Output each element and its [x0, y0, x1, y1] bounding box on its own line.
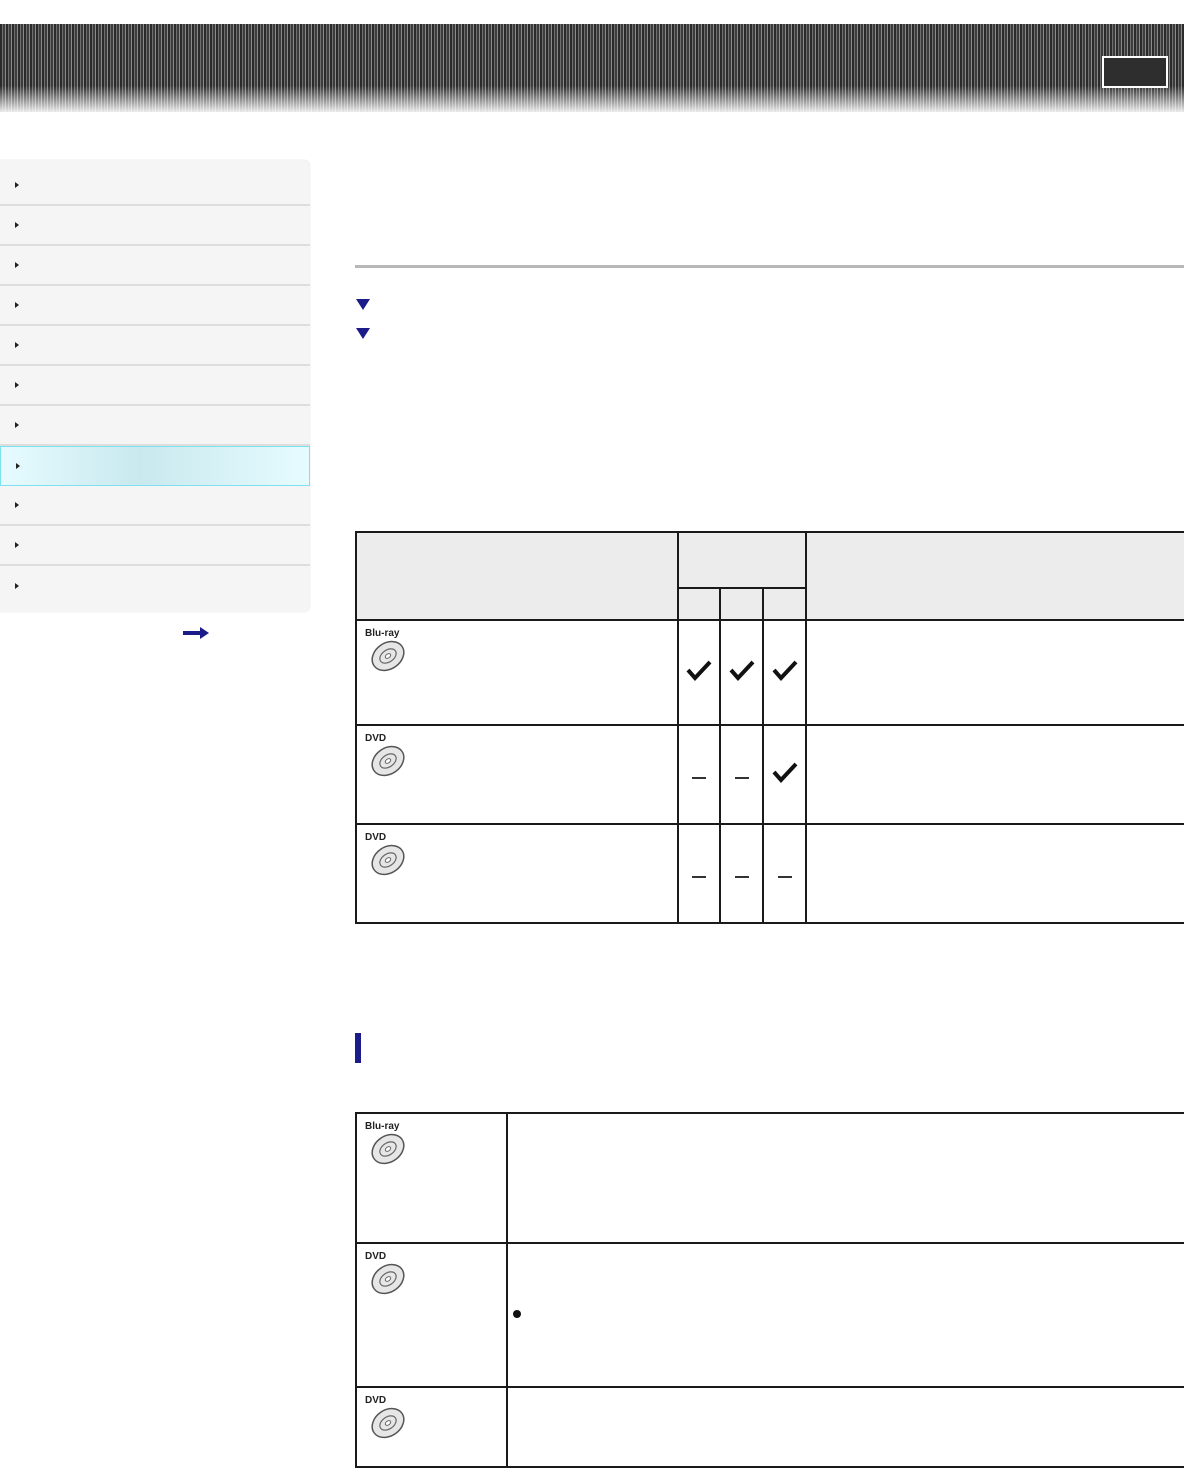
sidebar-item-3[interactable] — [0, 246, 310, 286]
caret-right-icon — [15, 382, 19, 388]
dash-icon — [677, 823, 721, 924]
blu-ray-disc-icon: Blu-ray — [365, 628, 405, 672]
sidebar-item-6[interactable] — [0, 366, 310, 406]
blu-ray-disc-icon: Blu-ray — [365, 1121, 405, 1165]
table-row: DVD — [355, 724, 1184, 825]
header-banner — [0, 24, 1184, 112]
description-cell — [506, 1386, 1184, 1468]
disc-cell: DVD — [355, 724, 679, 825]
sidebar-item-9[interactable] — [0, 486, 310, 526]
check-icon — [677, 619, 721, 726]
dvd-disc-icon: DVD — [365, 733, 405, 777]
table-row: DVD — [355, 823, 1184, 924]
sidebar-item-1[interactable] — [0, 166, 310, 206]
check-icon — [761, 724, 808, 825]
table-header-group — [676, 531, 808, 589]
right-arrow-icon[interactable] — [183, 627, 209, 639]
dash-icon — [719, 823, 764, 924]
table-row: DVD — [355, 1242, 1184, 1388]
caret-right-icon — [15, 262, 19, 268]
header-box[interactable] — [1102, 56, 1168, 88]
dash-icon — [677, 724, 721, 825]
caret-right-icon — [15, 422, 19, 428]
table-subheader-2 — [719, 587, 764, 621]
caret-right-icon — [15, 342, 19, 348]
dvd-disc-icon: DVD — [365, 1251, 405, 1295]
svg-text:DVD: DVD — [365, 1395, 386, 1406]
sidebar-item-4[interactable] — [0, 286, 310, 326]
sidebar-item-8-active[interactable] — [0, 446, 310, 486]
disc-cell: Blu-ray — [355, 1112, 508, 1244]
notes-cell — [805, 724, 1184, 825]
description-cell — [506, 1242, 1184, 1388]
title-divider — [355, 265, 1184, 268]
svg-text:DVD: DVD — [365, 832, 386, 843]
compatibility-table: Blu-ray DVD DVD — [355, 531, 1184, 924]
disc-cell: DVD — [355, 1386, 508, 1468]
table-row: Blu-ray — [355, 1112, 1184, 1244]
table-subheader-3 — [761, 587, 808, 621]
sidebar-item-7[interactable] — [0, 406, 310, 446]
check-icon — [719, 619, 764, 726]
dash-icon — [719, 724, 764, 825]
disc-cell: DVD — [355, 1242, 508, 1388]
sidebar-item-11[interactable] — [0, 566, 310, 606]
notes-cell — [805, 619, 1184, 726]
svg-text:Blu-ray: Blu-ray — [365, 1121, 400, 1132]
bullet-icon — [513, 1310, 521, 1318]
table-row: Blu-ray — [355, 619, 1184, 726]
notes-cell — [805, 823, 1184, 924]
caret-right-icon — [15, 502, 19, 508]
table-subheader-1 — [677, 587, 721, 621]
check-icon — [761, 619, 808, 726]
down-triangle-icon[interactable] — [356, 328, 370, 339]
caret-right-icon — [16, 463, 20, 469]
caret-right-icon — [15, 542, 19, 548]
table-header-notes — [805, 531, 1184, 621]
table-header-disc — [355, 531, 679, 621]
table-row: DVD — [355, 1386, 1184, 1468]
caret-right-icon — [15, 222, 19, 228]
section-heading-bar — [355, 1033, 361, 1063]
sidebar-item-5[interactable] — [0, 326, 310, 366]
svg-text:DVD: DVD — [365, 1251, 386, 1262]
sidebar-item-2[interactable] — [0, 206, 310, 246]
disc-types-table: Blu-ray DVD DVD — [355, 1112, 1184, 1468]
dash-icon — [761, 823, 808, 924]
caret-right-icon — [15, 583, 19, 589]
caret-right-icon — [15, 302, 19, 308]
disc-cell: Blu-ray — [355, 619, 679, 726]
caret-right-icon — [15, 182, 19, 188]
sidebar-nav — [0, 160, 310, 612]
dvd-disc-icon: DVD — [365, 1395, 405, 1439]
description-cell — [506, 1112, 1184, 1244]
disc-cell: DVD — [355, 823, 679, 924]
sidebar-item-10[interactable] — [0, 526, 310, 566]
svg-text:DVD: DVD — [365, 733, 386, 744]
dvd-disc-icon: DVD — [365, 832, 405, 876]
down-triangle-icon[interactable] — [356, 299, 370, 310]
svg-text:Blu-ray: Blu-ray — [365, 628, 400, 639]
